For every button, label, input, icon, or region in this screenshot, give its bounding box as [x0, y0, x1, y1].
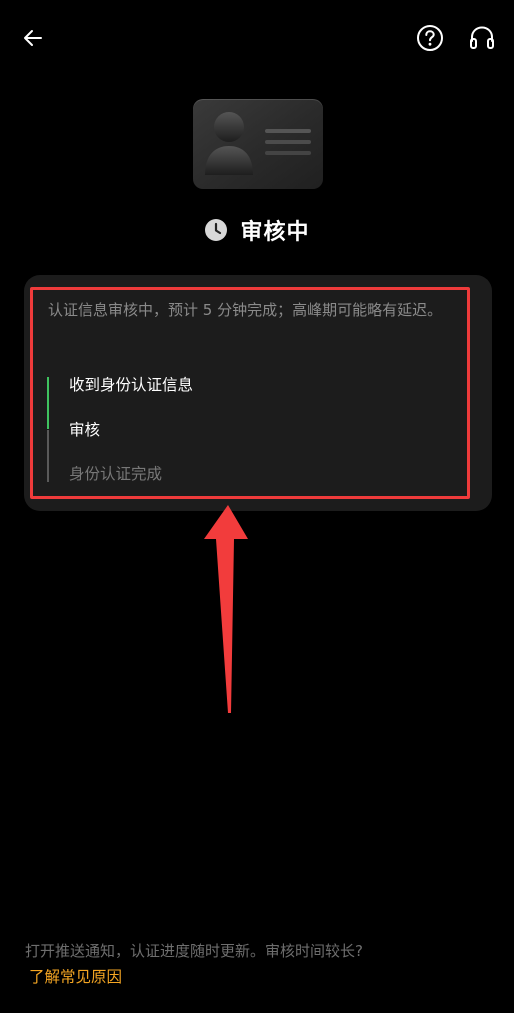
id-card-illustration — [193, 99, 323, 189]
status-header: 审核中 — [0, 210, 514, 250]
customer-service-button[interactable] — [462, 18, 502, 58]
step-complete: 身份认证完成 — [69, 465, 163, 483]
id-card-icon — [205, 112, 311, 175]
help-button[interactable] — [410, 18, 450, 58]
learn-reasons-link[interactable]: 了解常见原因 — [29, 966, 122, 988]
step-review: 审核 — [69, 421, 101, 439]
step-received: 收到身份认证信息 — [69, 376, 194, 394]
back-button[interactable] — [13, 18, 53, 58]
review-description: 认证信息审核中，预计 5 分钟完成；高峰期可能略有延迟。 — [48, 301, 443, 319]
progress-line-done — [47, 377, 49, 429]
status-title: 审核中 — [240, 220, 310, 245]
back-arrow-icon — [24, 30, 42, 46]
progress-line-pending — [47, 430, 49, 482]
clock-icon — [205, 219, 228, 241]
top-bar — [0, 0, 514, 80]
notification-tip: 打开推送通知，认证进度随时更新。审核时间较长? — [25, 942, 363, 960]
red-arrow-icon — [204, 505, 248, 713]
help-icon — [417, 25, 443, 51]
headset-icon — [470, 26, 494, 49]
